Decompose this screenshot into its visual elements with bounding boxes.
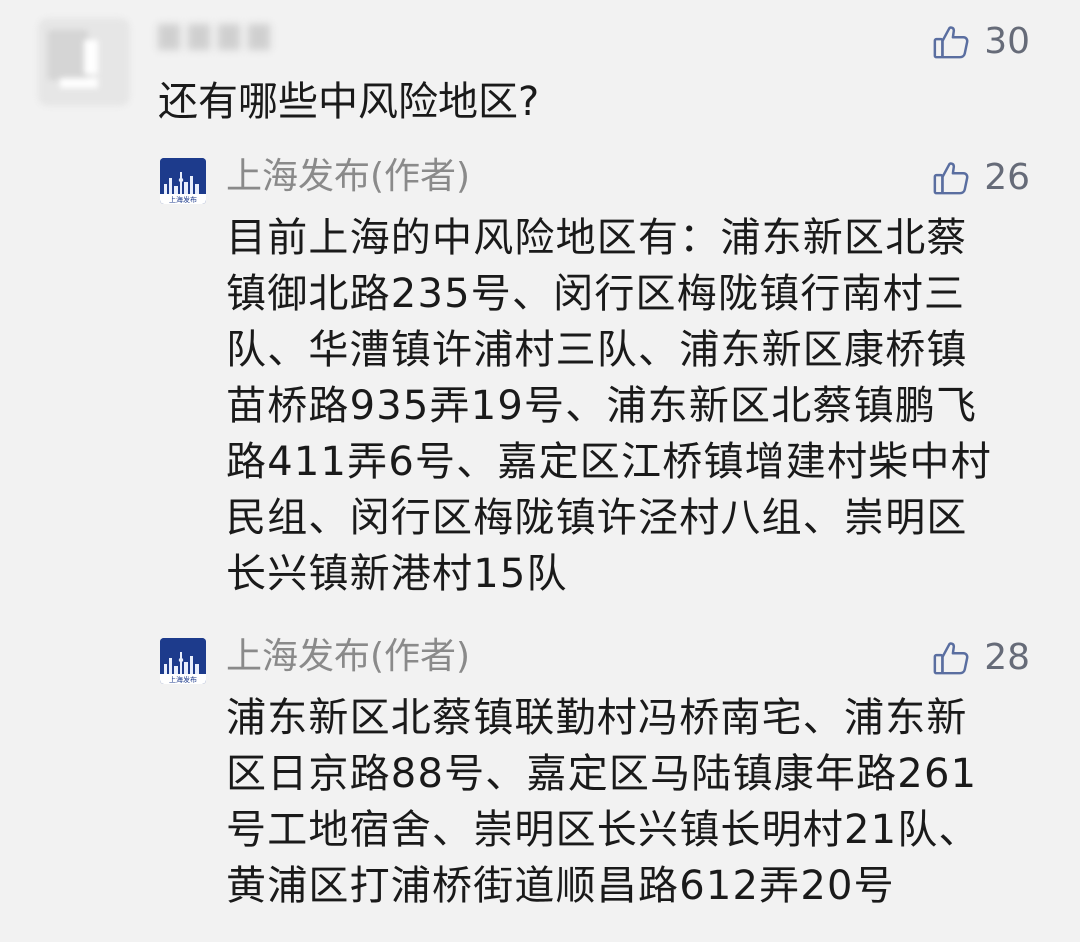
author-avatar[interactable]: 上海发布 [160,638,206,684]
comment-text: 还有哪些中风险地区? [158,79,540,125]
like-count: 30 [984,21,1030,62]
author-avatar[interactable]: 上海发布 [160,158,206,204]
commenter-name-blurred [148,18,288,54]
thumbs-up-icon [933,642,969,675]
reply-line: 浦东新区北蔡镇联勤村冯桥南宅、浦东新 [226,695,968,741]
reply-line: 区日京路88号、嘉定区马陆镇康年路261 [226,751,978,797]
reply-line: 黄浦区打浦桥街道顺昌路612弄20号 [226,863,895,909]
comment-thread: 还有哪些中风险地区? 30 上海发布 上海发布(作者) 目前上海的中风险地区有：… [0,0,1080,942]
reply-line: 路411弄6号、嘉定区江桥镇增建村柴中村 [226,439,992,485]
avatar[interactable] [38,18,130,106]
svg-text:上海发布: 上海发布 [169,195,197,204]
author-name[interactable]: 上海发布(作者) [226,152,470,202]
like-count: 28 [984,637,1030,678]
thumbs-up-icon [933,162,969,195]
reply-line: 号工地宿舍、崇明区长兴镇长明村21队、 [226,807,980,853]
svg-text:上海发布: 上海发布 [169,675,197,684]
reply-line: 长兴镇新港村15队 [226,551,568,597]
like-button[interactable]: 30 [932,20,1030,64]
like-button[interactable]: 26 [932,156,1030,200]
reply-item: 上海发布 上海发布(作者) 浦东新区北蔡镇联勤村冯桥南宅、浦东新 区日京路88号… [160,636,1040,918]
reply-line: 苗桥路935弄19号、浦东新区北蔡镇鹏飞 [226,383,978,429]
reply-line: 队、华漕镇许浦村三队、浦东新区康桥镇 [226,327,968,373]
like-button[interactable]: 28 [932,636,1030,680]
reply-line: 民组、闵行区梅陇镇许泾村八组、崇明区 [226,495,968,541]
reply-text: 目前上海的中风险地区有：浦东新区北蔡 镇御北路235号、闵行区梅陇镇行南村三 队… [226,210,1026,602]
like-count: 26 [984,157,1030,198]
reply-line: 目前上海的中风险地区有：浦东新区北蔡 [226,215,968,261]
thumbs-up-icon [933,26,969,59]
reply-line: 镇御北路235号、闵行区梅陇镇行南村三 [226,271,966,317]
reply-item: 上海发布 上海发布(作者) 目前上海的中风险地区有：浦东新区北蔡 镇御北路235… [160,156,1040,598]
author-name[interactable]: 上海发布(作者) [226,632,470,682]
reply-text: 浦东新区北蔡镇联勤村冯桥南宅、浦东新 区日京路88号、嘉定区马陆镇康年路261 … [226,690,1026,914]
